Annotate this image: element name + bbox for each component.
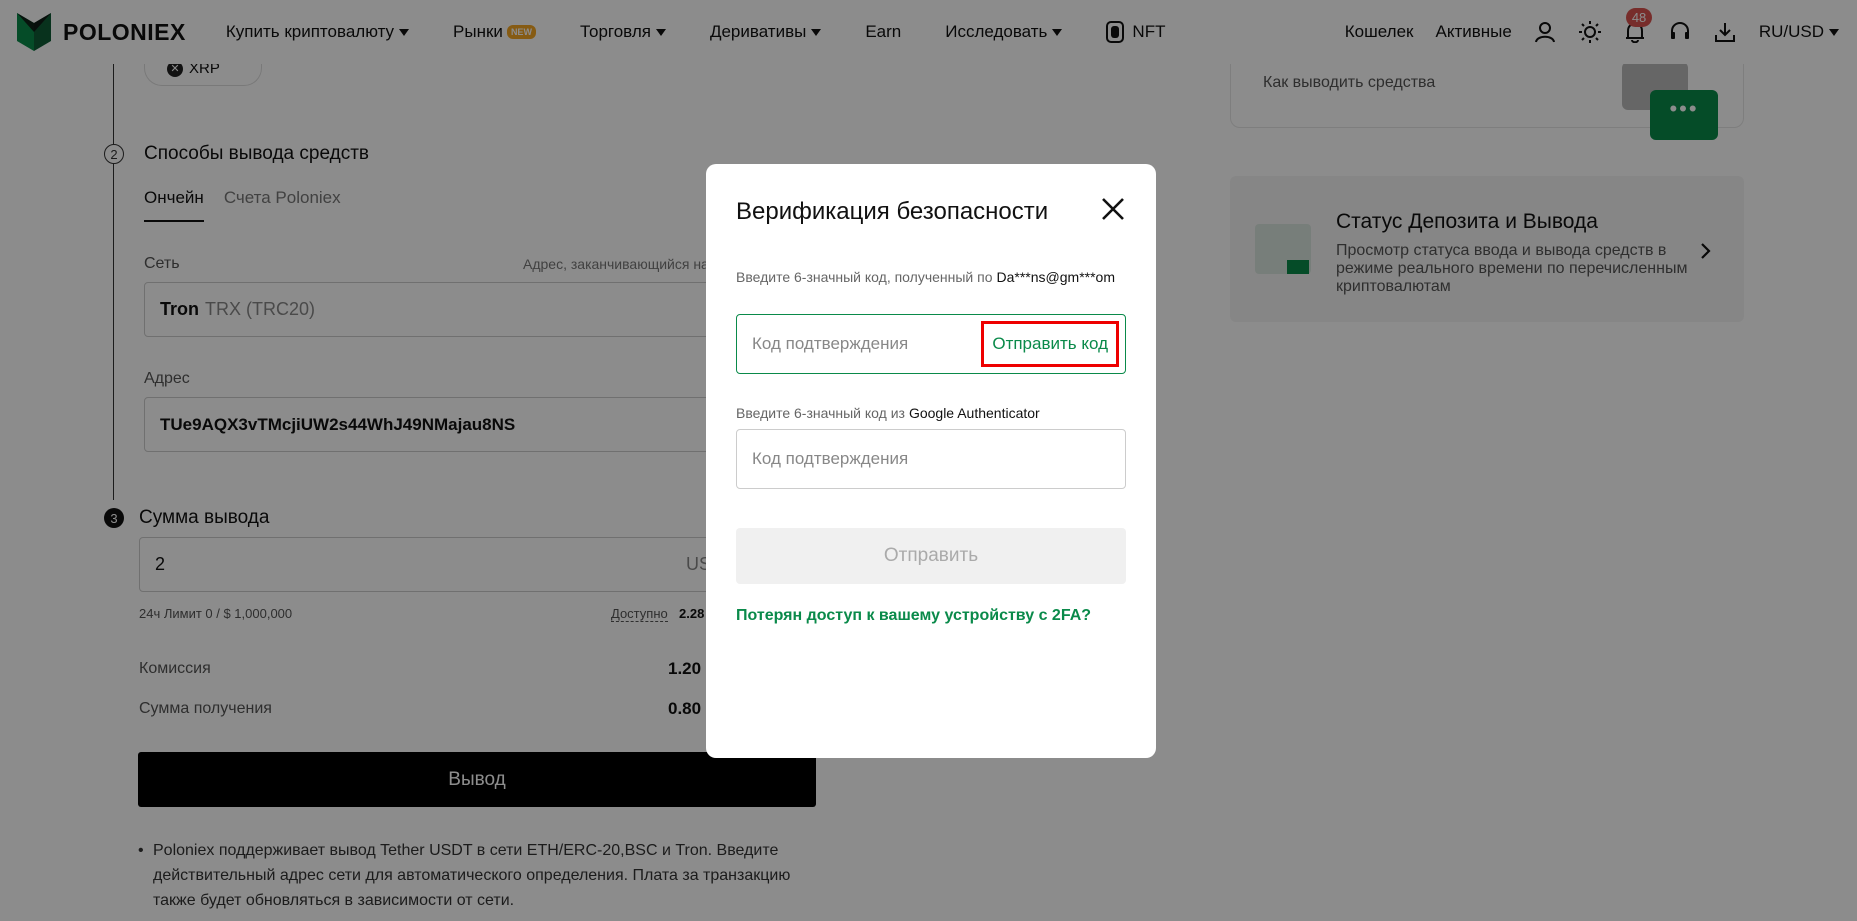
email-masked: Da***ns@gm***om	[996, 269, 1115, 285]
ga-code-input[interactable]: Код подтверждения	[736, 429, 1126, 489]
ga-code-placeholder: Код подтверждения	[752, 449, 909, 468]
security-verification-modal: Верификация безопасности Введите 6-значн…	[706, 164, 1156, 758]
email-code-placeholder: Код подтверждения	[752, 334, 909, 353]
submit-button[interactable]: Отправить	[736, 528, 1126, 584]
ga-code-label: Введите 6-значный код из Google Authentic…	[736, 404, 1128, 423]
email-code-input[interactable]: Код подтверждения Отправить код	[736, 314, 1126, 374]
ga-code-label-text: Введите 6-значный код из	[736, 405, 905, 421]
close-icon[interactable]	[1100, 196, 1126, 222]
email-code-label-text: Введите 6-значный код, полученный по	[736, 269, 993, 285]
email-code-label: Введите 6-значный код, полученный по Da**…	[736, 268, 1128, 287]
ga-name: Google Authenticator	[908, 405, 1040, 421]
send-code-button[interactable]: Отправить код	[981, 321, 1119, 367]
lost-2fa-link[interactable]: Потерян доступ к вашему устройству с 2FA…	[736, 607, 1091, 625]
modal-title: Верификация безопасности	[736, 198, 1049, 225]
